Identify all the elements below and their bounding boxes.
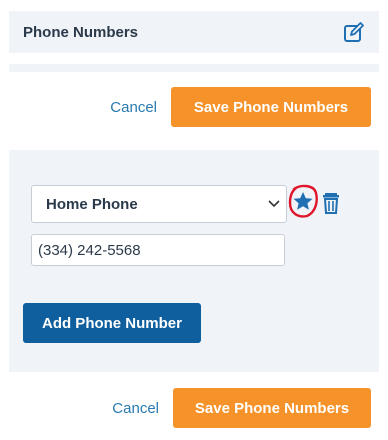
phone-numbers-page: Phone Numbers Cancel Save Phone Numbers … [0, 0, 388, 440]
primary-star-icon[interactable] [287, 183, 319, 219]
save-phone-numbers-button-bottom[interactable]: Save Phone Numbers [173, 388, 371, 428]
section-header: Phone Numbers [9, 11, 379, 53]
phone-edit-panel: Home Phone Add Phone Number [9, 150, 379, 372]
edit-icon[interactable] [343, 21, 365, 43]
chevron-down-icon [268, 195, 280, 213]
trash-icon[interactable] [321, 192, 341, 214]
add-phone-number-button[interactable]: Add Phone Number [23, 303, 201, 343]
top-actions: Cancel Save Phone Numbers [110, 87, 371, 127]
bottom-actions: Cancel Save Phone Numbers [112, 388, 371, 428]
cancel-link-bottom[interactable]: Cancel [112, 400, 159, 417]
section-divider [9, 64, 379, 72]
cancel-link-top[interactable]: Cancel [110, 99, 157, 116]
save-phone-numbers-button-top[interactable]: Save Phone Numbers [171, 87, 371, 127]
phone-number-input[interactable] [31, 234, 285, 266]
phone-type-value: Home Phone [46, 195, 138, 213]
section-title: Phone Numbers [23, 23, 139, 41]
phone-type-select[interactable]: Home Phone [31, 185, 287, 223]
